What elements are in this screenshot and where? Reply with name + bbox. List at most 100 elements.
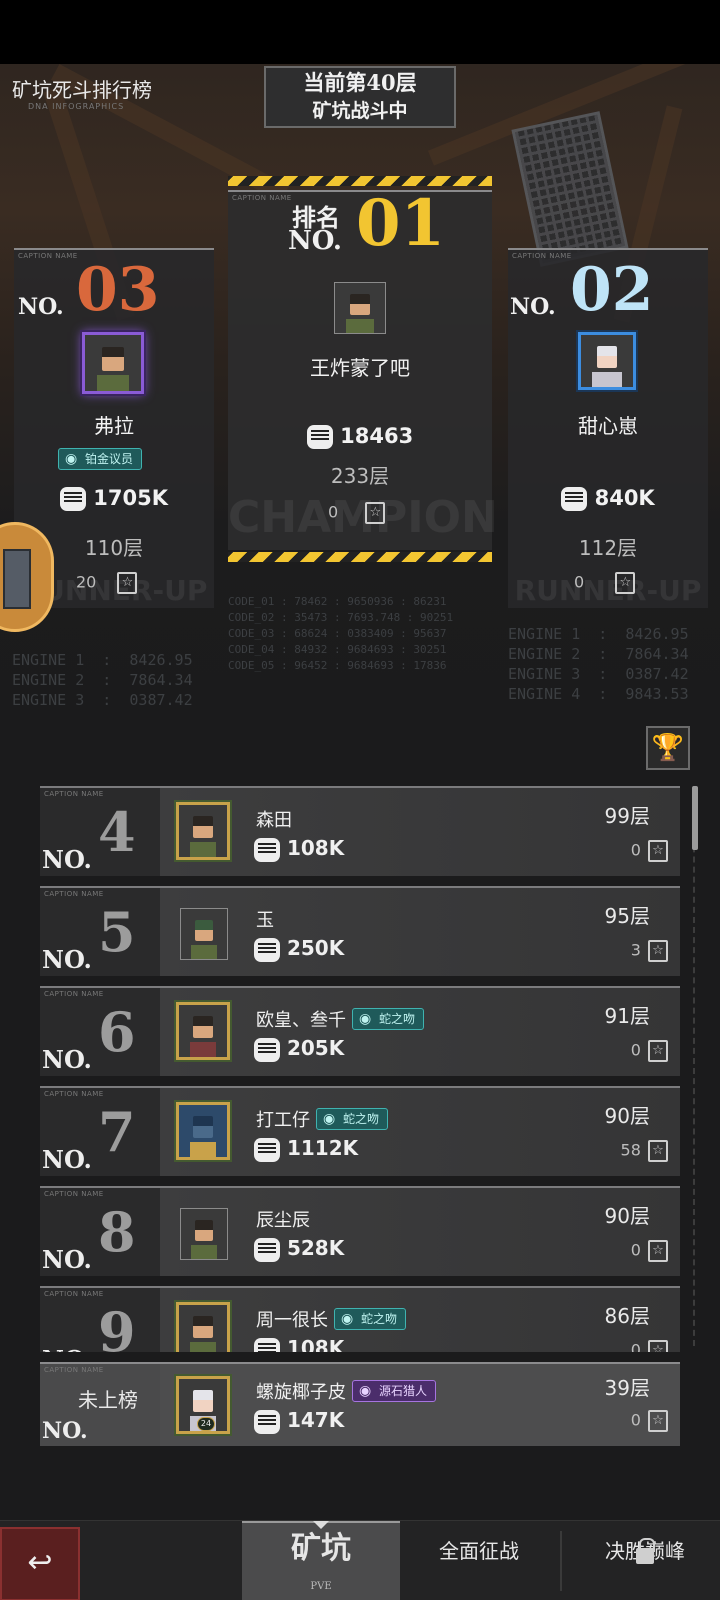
- player-avatar[interactable]: [176, 1002, 230, 1060]
- floor-value: 90层: [604, 1204, 650, 1228]
- tab-full-campaign[interactable]: 全面征战: [404, 1521, 554, 1600]
- likes-count: 0: [630, 1340, 641, 1353]
- ranking-list[interactable]: CAPTION NAME 4 NO. 森田 108K 99层 0 ☆ CAPTI…: [40, 786, 680, 1352]
- player-name: 甜心崽: [578, 414, 638, 438]
- title-badge: 蛇之吻: [352, 1008, 425, 1030]
- caption-label: CAPTION NAME: [44, 1190, 104, 1198]
- player-avatar[interactable]: [176, 1302, 230, 1352]
- rank-cell: CAPTION NAME 9 NO.: [40, 1286, 160, 1352]
- no-label: NO.: [42, 1145, 92, 1174]
- like-icon[interactable]: ☆: [648, 1340, 668, 1352]
- tab-sublabel: PVE: [310, 1581, 332, 1592]
- likes-display: 3 ☆: [631, 940, 668, 962]
- like-icon[interactable]: ☆: [615, 572, 636, 594]
- podium-first[interactable]: CAPTION NAME 排名 NO. 01 王炸蒙了吧 18463 233层 …: [228, 190, 498, 550]
- tech-engines-left: ENGINE 1 : 8426.95 ENGINE 2 : 7864.34 EN…: [12, 651, 193, 709]
- trophy-button[interactable]: 🏆: [646, 726, 690, 770]
- player-avatar[interactable]: [180, 908, 228, 960]
- title-badge: 蛇之吻: [334, 1308, 407, 1330]
- fist-power-icon: [59, 487, 86, 511]
- likes-count: 0: [630, 1040, 641, 1060]
- player-info: 周一很长蛇之吻 108K 86层 0 ☆: [160, 1286, 680, 1352]
- like-icon[interactable]: ☆: [648, 840, 668, 862]
- player-name-line: 螺旋椰子皮源石猎人: [256, 1378, 437, 1404]
- no-label: NO.: [18, 294, 64, 320]
- player-name-line: 打工仔蛇之吻: [256, 1106, 389, 1132]
- player-avatar[interactable]: [578, 332, 636, 390]
- rank-number: 5: [98, 900, 136, 964]
- tech-codes: CODE_01 : 78462 : 9650936 : 86231 CODE_0…: [228, 595, 454, 672]
- like-icon[interactable]: ☆: [648, 940, 668, 962]
- player-avatar[interactable]: 24: [176, 1376, 230, 1434]
- like-icon[interactable]: ☆: [117, 572, 138, 594]
- player-avatar[interactable]: [176, 802, 230, 860]
- rank-number: 7: [98, 1100, 136, 1164]
- fist-power-icon: [254, 1137, 280, 1162]
- robot-icon: [3, 549, 31, 609]
- list-item[interactable]: CAPTION NAME 7 NO. 打工仔蛇之吻 1112K 90层 58 ☆: [40, 1086, 680, 1176]
- fist-power-icon: [254, 1037, 280, 1062]
- like-icon[interactable]: ☆: [648, 1040, 668, 1062]
- side-event-button[interactable]: [0, 522, 54, 632]
- likes-count: 0: [574, 572, 585, 592]
- power-value: 205K: [286, 1036, 345, 1060]
- player-avatar[interactable]: [82, 332, 144, 394]
- list-item[interactable]: CAPTION NAME 4 NO. 森田 108K 99层 0 ☆: [40, 786, 680, 876]
- no-label: NO.: [510, 294, 556, 320]
- tech-engines-right: ENGINE 1 : 8426.95 ENGINE 2 : 7864.34 EN…: [508, 625, 689, 703]
- caption-label: CAPTION NAME: [512, 252, 572, 260]
- likes-count: 20: [76, 572, 97, 592]
- title-badge: 铂金议员: [58, 448, 143, 470]
- list-item[interactable]: CAPTION NAME 8 NO. 辰尘辰 528K 90层 0 ☆: [40, 1186, 680, 1276]
- no-label: NO.: [42, 1345, 92, 1352]
- power-display: 108K: [254, 1336, 344, 1352]
- power-display: 147K: [254, 1408, 344, 1434]
- player-avatar[interactable]: [180, 1208, 228, 1260]
- likes-display: 0 ☆: [328, 502, 386, 524]
- rank-number: 6: [98, 1000, 136, 1064]
- likes-display: 0 ☆: [631, 1340, 668, 1352]
- rank-cell: CAPTION NAME 4 NO.: [40, 786, 160, 876]
- like-icon[interactable]: ☆: [648, 1140, 668, 1162]
- player-info: 玉 250K 95层 3 ☆: [160, 886, 680, 976]
- player-name-line: 森田: [256, 806, 292, 832]
- tab-divider: [560, 1531, 562, 1591]
- like-icon[interactable]: ☆: [648, 1240, 668, 1262]
- power-value: 108K: [286, 836, 345, 860]
- power-display: 108K: [254, 836, 344, 862]
- player-info: 打工仔蛇之吻 1112K 90层 58 ☆: [160, 1086, 680, 1176]
- likes-count: 0: [630, 840, 641, 860]
- avatar-level: 24: [197, 1417, 215, 1431]
- list-item[interactable]: CAPTION NAME 6 NO. 欧皇、叁千蛇之吻 205K 91层 0 ☆: [40, 986, 680, 1076]
- likes-count: 58: [620, 1140, 641, 1160]
- hazard-stripe: [228, 552, 492, 562]
- status-bar: [0, 0, 720, 64]
- caption-label: CAPTION NAME: [44, 890, 104, 898]
- like-icon[interactable]: ☆: [648, 1410, 668, 1432]
- list-scrollbar[interactable]: [692, 786, 699, 1346]
- my-rank-row[interactable]: CAPTION NAME 未上榜 NO. 24 螺旋椰子皮源石猎人 147K 3…: [40, 1362, 680, 1446]
- likes-display: 0 ☆: [631, 1240, 668, 1262]
- battle-status: 矿坑战斗中: [312, 100, 408, 122]
- back-button[interactable]: ↩: [0, 1527, 80, 1600]
- tab-mine[interactable]: 矿坑 PVE: [242, 1521, 400, 1600]
- player-avatar[interactable]: [176, 1102, 230, 1160]
- power-display: 205K: [254, 1036, 344, 1062]
- list-item[interactable]: CAPTION NAME 9 NO. 周一很长蛇之吻 108K 86层 0 ☆: [40, 1286, 680, 1352]
- rank-number: 9: [98, 1300, 136, 1352]
- current-floor: 当前第40层: [303, 70, 417, 95]
- player-info: 辰尘辰 528K 90层 0 ☆: [160, 1186, 680, 1276]
- likes-count: 0: [630, 1240, 641, 1260]
- list-item[interactable]: CAPTION NAME 5 NO. 玉 250K 95层 3 ☆: [40, 886, 680, 976]
- mine-cage-decor: [511, 111, 629, 267]
- player-name-line: 欧皇、叁千蛇之吻: [256, 1006, 425, 1032]
- floor-value: 233层: [330, 464, 390, 488]
- fist-power-icon: [254, 937, 280, 962]
- current-floor-panel: 当前第40层 矿坑战斗中: [264, 66, 456, 128]
- like-icon[interactable]: ☆: [365, 502, 386, 524]
- floor-value: 112层: [578, 536, 638, 560]
- player-avatar[interactable]: [334, 282, 386, 334]
- podium-second[interactable]: CAPTION NAME NO. 02 甜心崽 840K 112层 RUNNER…: [508, 248, 708, 608]
- rank-cell: CAPTION NAME 未上榜 NO.: [40, 1362, 160, 1446]
- scrollbar-thumb[interactable]: [692, 786, 698, 850]
